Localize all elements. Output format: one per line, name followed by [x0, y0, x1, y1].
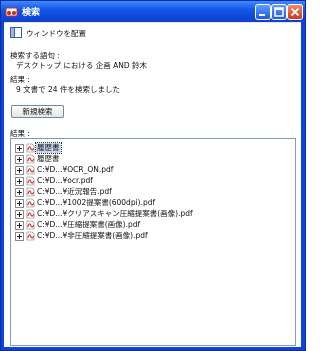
pdf-file-icon [26, 231, 35, 241]
query-value: デスクトップ における 企画 AND 鈴木 [16, 61, 148, 70]
expand-icon[interactable] [15, 232, 24, 241]
maximize-button[interactable] [271, 4, 287, 20]
list-item[interactable]: C:¥D...¥OCR_ON.pdf [11, 165, 293, 175]
binoculars-icon [5, 7, 18, 17]
expand-icon[interactable] [15, 210, 24, 219]
list-item[interactable]: C:¥D...¥クリアスキャン圧縮提案書(画像).pdf [11, 209, 293, 219]
list-item[interactable]: C:¥D...¥近況報告.pdf [11, 187, 293, 197]
list-item[interactable]: C:¥D...¥1002提案書(600dpi).pdf [11, 198, 293, 208]
list-item[interactable]: 履歴書 [11, 142, 293, 154]
result-label[interactable]: 履歴書 [35, 142, 62, 154]
list-item[interactable]: C:¥D...¥非圧縮提案書(画像).pdf [11, 231, 293, 241]
result-label[interactable]: C:¥D...¥クリアスキャン圧縮提案書(画像).pdf [37, 209, 193, 219]
minimize-icon [259, 14, 265, 16]
result-label[interactable]: C:¥D...¥圧縮提案書(画像).pdf [37, 220, 140, 230]
pdf-file-icon [26, 176, 35, 186]
pdf-file-icon [26, 143, 35, 153]
pdf-file-icon [26, 209, 35, 219]
minimize-button[interactable] [255, 4, 271, 20]
window-content: ウィンドウを配置 検索する語句 : デスクトップ における 企画 AND 鈴木 … [4, 23, 301, 347]
pdf-file-icon [26, 154, 35, 164]
expand-icon[interactable] [15, 199, 24, 208]
expand-icon[interactable] [15, 177, 24, 186]
window-title: 検索 [22, 8, 41, 18]
pdf-file-icon [26, 187, 35, 197]
pdf-file-icon [26, 220, 35, 230]
expand-icon[interactable] [15, 155, 24, 164]
maximize-icon [274, 7, 284, 17]
title-bar[interactable]: 検索 [1, 1, 305, 22]
result-label[interactable]: C:¥D...¥OCR_ON.pdf [37, 165, 113, 175]
expand-icon[interactable] [15, 221, 24, 230]
list-item[interactable]: 履歴書 [11, 154, 293, 164]
close-icon [290, 7, 300, 17]
arrange-window-label[interactable]: ウィンドウを配置 [26, 28, 86, 39]
close-button[interactable] [287, 4, 303, 20]
expand-icon[interactable] [15, 166, 24, 175]
expand-icon[interactable] [15, 144, 24, 153]
pdf-file-icon [26, 165, 35, 175]
result-label[interactable]: 履歴書 [37, 154, 60, 164]
expand-icon[interactable] [15, 188, 24, 197]
search-window: 検索 ウィンドウを配置 検索する語句 : デスクトップ における 企画 AND … [0, 0, 306, 351]
result-label[interactable]: C:¥D...¥ocr.pdf [37, 176, 93, 186]
result-label[interactable]: C:¥D...¥近況報告.pdf [37, 187, 112, 197]
result-summary: 9 文書で 24 件を検索しました [16, 85, 120, 94]
result-label[interactable]: C:¥D...¥1002提案書(600dpi).pdf [37, 198, 155, 208]
result-label[interactable]: C:¥D...¥非圧縮提案書(画像).pdf [37, 231, 148, 241]
list-item[interactable]: C:¥D...¥ocr.pdf [11, 176, 293, 186]
arrange-window-icon[interactable] [10, 27, 22, 38]
list-item[interactable]: C:¥D...¥圧縮提案書(画像).pdf [11, 220, 293, 230]
new-search-button[interactable]: 新規検索 [11, 105, 64, 118]
results-tree[interactable]: 履歴書 履歴書 C:¥D...¥OCR_ON.pdf C:¥D...¥ocr.p… [10, 138, 296, 346]
pdf-file-icon [26, 198, 35, 208]
